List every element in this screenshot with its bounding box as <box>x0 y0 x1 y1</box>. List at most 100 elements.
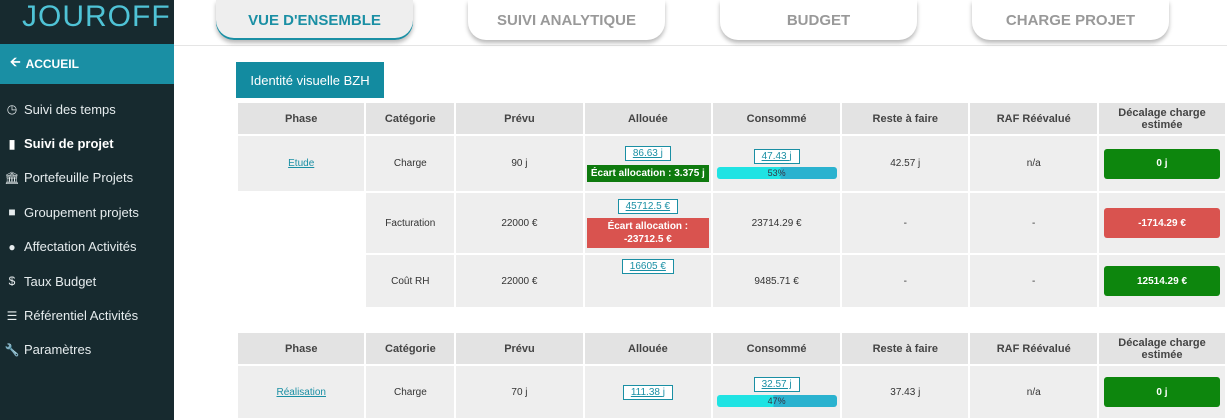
col-header-phase: Phase <box>238 333 365 364</box>
users-icon: ● <box>8 239 16 254</box>
allouee-cell: 111.38 j <box>584 366 712 418</box>
sidebar: JOUROFF 🡨 ACCUEIL ◷ Suivi des temps ▮ Su… <box>0 0 174 420</box>
sidebar-item-suivi-des-temps[interactable]: ◷ Suivi des temps <box>0 92 174 126</box>
bank-icon: 🏛 <box>4 170 20 185</box>
sidebar-item-referentiel-activites[interactable]: ☰ Référentiel Activités <box>0 298 174 332</box>
consomme-link[interactable]: 32.57 j <box>753 377 800 392</box>
decalage-cell: 12514.29 € <box>1098 255 1225 307</box>
project-title-button[interactable]: Identité visuelle BZH <box>236 62 384 98</box>
raf-cell: 37.43 j <box>842 366 969 418</box>
allouee-link[interactable]: 111.38 j <box>622 384 673 400</box>
decalage-cell: 0 j <box>1098 136 1225 191</box>
table-row: Etude Charge 90 j 86.63 j Écart allocati… <box>238 136 1225 191</box>
tab-charge-projet[interactable]: CHARGE PROJET <box>972 0 1169 40</box>
sidebar-item-label: Groupement projets <box>24 204 139 220</box>
sidebar-item-parametres[interactable]: 🔧 Paramètres <box>0 333 174 367</box>
clock-icon: ◷ <box>6 102 18 117</box>
raf-reevalue-cell: n/a <box>970 366 1097 418</box>
col-header-prevu: Prévu <box>456 103 583 134</box>
consomme-link[interactable]: 47.43 j <box>753 148 800 164</box>
phase-link[interactable]: Etude <box>288 158 314 169</box>
consomme-cell: 47.43 j 53% <box>713 136 841 191</box>
sidebar-item-affectation-activites[interactable]: ● Affectation Activités <box>0 230 174 264</box>
allouee-cell: 16605 € <box>584 255 712 307</box>
sidebar-menu: ◷ Suivi des temps ▮ Suivi de projet 🏛 Po… <box>0 92 174 367</box>
top-nav: VUE D'ENSEMBLE SUIVI ANALYTIQUE BUDGET C… <box>174 0 1227 46</box>
category-cell: Coût RH <box>366 255 455 307</box>
prevu-cell: 22000 € <box>456 193 583 253</box>
raf-reevalue-cell: n/a <box>970 136 1097 191</box>
raf-reevalue-cell: - <box>970 255 1097 307</box>
app-brand[interactable]: JOUROFF <box>0 0 174 44</box>
phase-table-realisation: Phase Catégorie Prévu Allouée Consommé R… <box>236 331 1227 420</box>
decalage-cell: 0 j <box>1098 366 1225 418</box>
category-cell: Facturation <box>366 193 455 253</box>
table-header-row: Phase Catégorie Prévu Allouée Consommé R… <box>238 333 1225 364</box>
col-header-phase: Phase <box>238 103 365 134</box>
consomme-progress-bar: 53% <box>716 166 837 179</box>
category-cell: Charge <box>366 136 455 191</box>
raf-cell: - <box>842 255 969 307</box>
wrench-icon: 🔧 <box>4 342 20 357</box>
sidebar-item-suivi-de-projet[interactable]: ▮ Suivi de projet <box>0 126 174 160</box>
tab-vue-ensemble[interactable]: VUE D'ENSEMBLE <box>216 0 413 40</box>
consomme-cell: 23714.29 € <box>713 193 841 253</box>
table-row: Réalisation Charge 70 j 111.38 j 32.57 j… <box>238 366 1225 418</box>
decalage-badge: 0 j <box>1103 148 1220 179</box>
decalage-badge: 0 j <box>1103 377 1220 407</box>
folder-icon: ■ <box>8 205 16 220</box>
decalage-badge: -1714.29 € <box>1103 208 1220 238</box>
consomme-cell: 9485.71 € <box>713 255 841 307</box>
consomme-cell: 32.57 j 47% <box>713 366 841 418</box>
col-header-reste-a-faire: Reste à faire <box>842 333 969 364</box>
phase-table-etude: Phase Catégorie Prévu Allouée Consommé R… <box>236 101 1227 309</box>
col-header-allouee: Allouée <box>584 333 712 364</box>
tab-budget[interactable]: BUDGET <box>720 0 917 40</box>
phase-cell: Etude <box>238 136 365 191</box>
raf-cell: 42.57 j <box>842 136 969 191</box>
allouee-cell: 86.63 j Écart allocation : 3.375 j <box>584 136 712 191</box>
ecart-allocation-badge: Écart allocation : -23712.5 € <box>586 217 710 248</box>
dollar-icon: $ <box>8 274 16 289</box>
sidebar-item-taux-budget[interactable]: $ Taux Budget <box>0 264 174 298</box>
raf-reevalue-cell: - <box>970 193 1097 253</box>
tab-suivi-analytique[interactable]: SUIVI ANALYTIQUE <box>468 0 665 40</box>
col-header-categorie: Catégorie <box>366 333 455 364</box>
sidebar-item-label: Taux Budget <box>24 273 97 289</box>
col-header-prevu: Prévu <box>456 333 583 364</box>
phase-cell-empty <box>238 193 364 253</box>
col-header-decalage: Décalage charge estimée <box>1098 333 1225 364</box>
sidebar-item-label: Référentiel Activités <box>24 308 139 324</box>
sidebar-item-label: Paramètres <box>24 342 92 358</box>
sidebar-home[interactable]: 🡨 ACCUEIL <box>0 44 174 84</box>
raf-cell: - <box>842 193 969 253</box>
phase-cell-empty <box>238 255 364 307</box>
allouee-link[interactable]: 86.63 j <box>624 145 671 161</box>
phase-link[interactable]: Réalisation <box>277 387 326 398</box>
category-cell: Charge <box>366 366 455 418</box>
col-header-raf-reevalue: RAF Réévalué <box>970 103 1097 134</box>
sidebar-item-label: Suivi des temps <box>24 101 116 117</box>
ecart-allocation-badge: Écart allocation : 3.375 j <box>586 164 710 182</box>
sidebar-item-label: Affectation Activités <box>24 239 137 255</box>
allouee-link[interactable]: 45712.5 € <box>617 198 679 214</box>
allouee-link[interactable]: 16605 € <box>621 259 674 274</box>
col-header-consomme: Consommé <box>713 333 841 364</box>
bar-chart-icon: ▮ <box>8 136 16 151</box>
col-header-decalage: Décalage charge estimée <box>1098 103 1225 134</box>
sidebar-item-label: Portefeuille Projets <box>24 170 134 186</box>
decalage-cell: -1714.29 € <box>1098 193 1225 253</box>
arrow-left-icon: 🡨 <box>10 54 21 69</box>
prevu-cell: 90 j <box>456 136 583 191</box>
table-header-row: Phase Catégorie Prévu Allouée Consommé R… <box>238 103 1225 134</box>
col-header-categorie: Catégorie <box>366 103 455 134</box>
col-header-consomme: Consommé <box>713 103 841 134</box>
sidebar-item-groupement-projets[interactable]: ■ Groupement projets <box>0 195 174 229</box>
list-icon: ☰ <box>6 308 18 323</box>
table-row: Facturation 22000 € 45712.5 € Écart allo… <box>238 193 1225 253</box>
prevu-cell: 22000 € <box>456 255 583 307</box>
decalage-badge: 12514.29 € <box>1103 266 1220 296</box>
col-header-reste-a-faire: Reste à faire <box>842 103 969 134</box>
sidebar-item-portefeuille-projets[interactable]: 🏛 Portefeuille Projets <box>0 161 174 195</box>
col-header-raf-reevalue: RAF Réévalué <box>970 333 1097 364</box>
